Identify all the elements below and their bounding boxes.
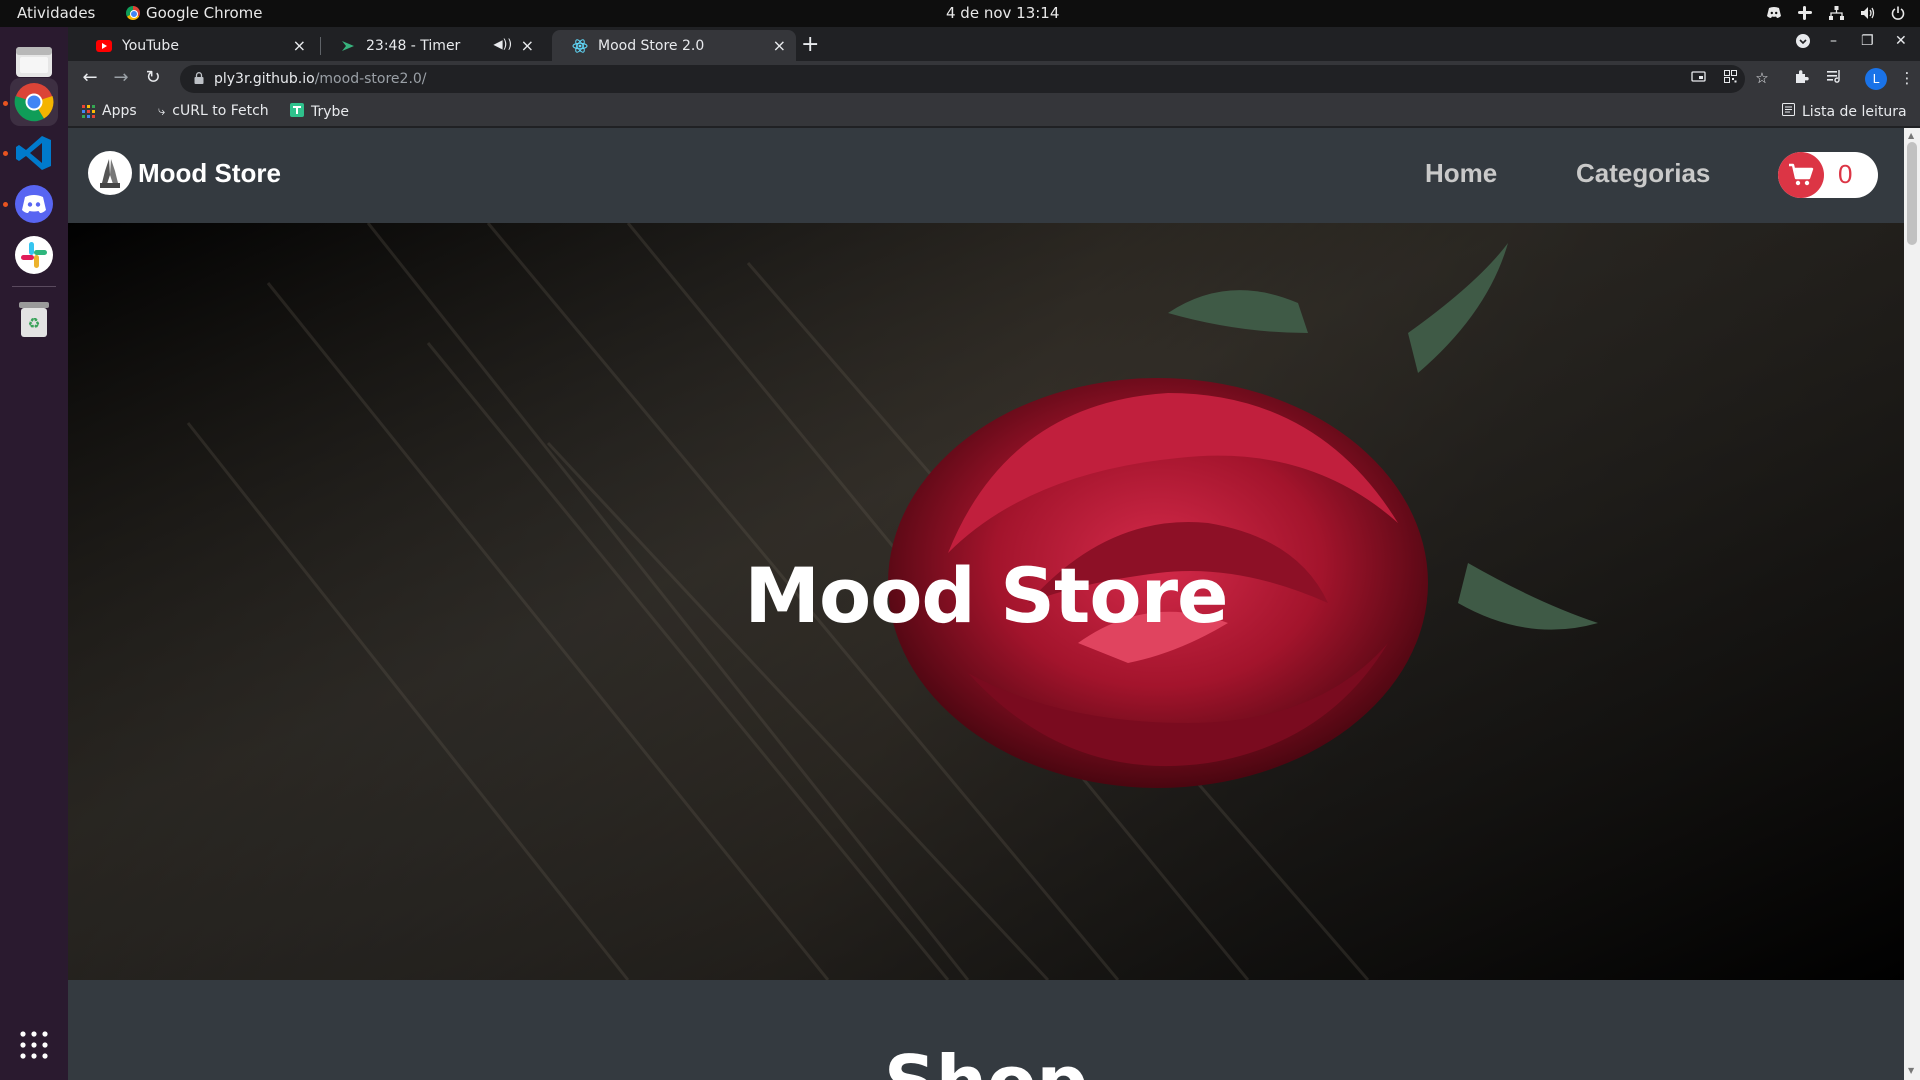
system-top-bar: Atividades Google Chrome 4 de nov 13:14 [0, 0, 1920, 27]
tab-title: 23:48 - Timer [366, 37, 461, 54]
brand-name: Mood Store [138, 157, 281, 188]
praying-hands-logo-icon [88, 151, 132, 195]
site-navbar: Mood Store Home Categorias 0 [68, 128, 1904, 223]
network-icon[interactable] [1828, 5, 1844, 21]
bookmark-label: cURL to Fetch [172, 103, 269, 119]
tab-youtube[interactable]: YouTube × [76, 30, 316, 61]
hero-title: Mood Store [744, 551, 1228, 640]
close-tab-icon[interactable]: × [293, 36, 306, 55]
page-viewport: Mood Store Home Categorias 0 Mood Store [68, 128, 1904, 1080]
volume-icon[interactable] [1859, 5, 1875, 21]
tab-timer[interactable]: 23:48 - Timer ◀)) × [320, 30, 544, 61]
new-tab-button[interactable]: + [801, 32, 819, 57]
maximize-button[interactable]: ❐ [1861, 33, 1874, 49]
close-window-button[interactable]: ✕ [1895, 33, 1907, 49]
tab-mood-store[interactable]: Mood Store 2.0 × [552, 30, 796, 61]
vscode-icon[interactable] [10, 129, 58, 177]
browser-toolbar: ← → ↻ ply3r.github.io/mood-store2.0/ ☆ L… [68, 61, 1920, 97]
youtube-icon [96, 38, 112, 54]
hero-banner: Mood Store [68, 223, 1904, 980]
nav-categories[interactable]: Categorias [1576, 158, 1710, 189]
extensions-icon[interactable] [1791, 69, 1811, 88]
url-path: /mood-store2.0/ [314, 71, 427, 87]
system-tray[interactable] [1766, 5, 1906, 21]
page-scrollbar[interactable]: ▲ ▼ [1904, 128, 1920, 1080]
bookmark-trybe[interactable]: Trybe [290, 103, 349, 121]
chrome-icon[interactable] [10, 78, 58, 126]
dock: ♻ [0, 27, 68, 1080]
tab-title: Mood Store 2.0 [598, 37, 705, 54]
tab-strip: YouTube × 23:48 - Timer ◀)) × Mood Store… [68, 27, 1920, 61]
show-apps-icon[interactable] [10, 1021, 58, 1069]
shop-section-title: Shop [68, 1040, 1904, 1080]
bookmarks-bar: Apps ⤷ cURL to Fetch Trybe Lista de leit… [68, 97, 1920, 127]
bookmark-curl-to-fetch[interactable]: ⤷ cURL to Fetch [158, 103, 269, 119]
url-host: ply3r.github.io [214, 71, 315, 87]
app-name: Google Chrome [146, 4, 263, 22]
timer-icon [340, 38, 356, 54]
qr-code-icon[interactable] [1720, 69, 1740, 87]
brand-link[interactable]: Mood Store [88, 151, 281, 195]
app-menu[interactable]: Google Chrome [126, 4, 263, 22]
browser-window: YouTube × 23:48 - Timer ◀)) × Mood Store… [68, 27, 1920, 1080]
curl-icon: ⤷ [158, 103, 166, 119]
bookmark-label: Apps [102, 103, 137, 119]
react-icon [572, 38, 588, 54]
discord-icon[interactable] [10, 180, 58, 228]
clock[interactable]: 4 de nov 13:14 [946, 4, 1059, 22]
apps-grid-icon [82, 104, 95, 118]
running-indicator [3, 101, 8, 106]
media-controls-icon[interactable] [1824, 69, 1844, 87]
slack-tray-icon[interactable] [1797, 5, 1813, 21]
discord-tray-icon[interactable] [1766, 5, 1782, 21]
profile-avatar[interactable]: L [1865, 68, 1887, 90]
scroll-up-arrow[interactable]: ▲ [1908, 131, 1914, 140]
bookmark-apps[interactable]: Apps [82, 103, 137, 119]
cast-icon[interactable] [1688, 69, 1708, 87]
scrollbar-thumb[interactable] [1907, 142, 1917, 245]
nav-home[interactable]: Home [1425, 158, 1497, 189]
running-indicator [3, 202, 8, 207]
activities-button[interactable]: Atividades [17, 4, 95, 22]
cart-count: 0 [1838, 159, 1853, 189]
running-indicator [3, 151, 8, 156]
forward-button[interactable]: → [109, 67, 133, 88]
slack-icon[interactable] [10, 231, 58, 279]
lock-icon[interactable] [194, 71, 204, 87]
trybe-icon [290, 103, 304, 121]
audio-playing-icon[interactable]: ◀)) [493, 37, 512, 51]
reload-button[interactable]: ↻ [141, 67, 165, 88]
reading-list-label: Lista de leitura [1802, 103, 1907, 120]
bookmark-star-icon[interactable]: ☆ [1752, 69, 1772, 87]
shopping-cart-icon [1778, 152, 1824, 198]
close-tab-icon[interactable]: × [773, 36, 786, 55]
trash-icon[interactable]: ♻ [10, 295, 58, 343]
power-icon[interactable] [1890, 5, 1906, 21]
close-tab-icon[interactable]: × [521, 36, 534, 55]
svg-text:♻: ♻ [28, 316, 41, 332]
menu-kebab-icon[interactable]: ⋮ [1897, 69, 1917, 87]
chrome-icon [126, 6, 140, 20]
scroll-down-arrow[interactable]: ▼ [1908, 1066, 1914, 1075]
reading-list-icon [1782, 103, 1795, 120]
back-button[interactable]: ← [78, 67, 102, 88]
minimize-button[interactable]: – [1830, 33, 1837, 49]
tab-title: YouTube [122, 37, 179, 54]
cart-button[interactable]: 0 [1778, 152, 1878, 198]
tab-search-icon[interactable] [1795, 33, 1811, 53]
dock-separator [12, 286, 56, 287]
reading-list-button[interactable]: Lista de leitura [1782, 103, 1907, 120]
bookmark-label: Trybe [311, 104, 350, 120]
address-bar[interactable]: ply3r.github.io/mood-store2.0/ [180, 65, 1745, 93]
